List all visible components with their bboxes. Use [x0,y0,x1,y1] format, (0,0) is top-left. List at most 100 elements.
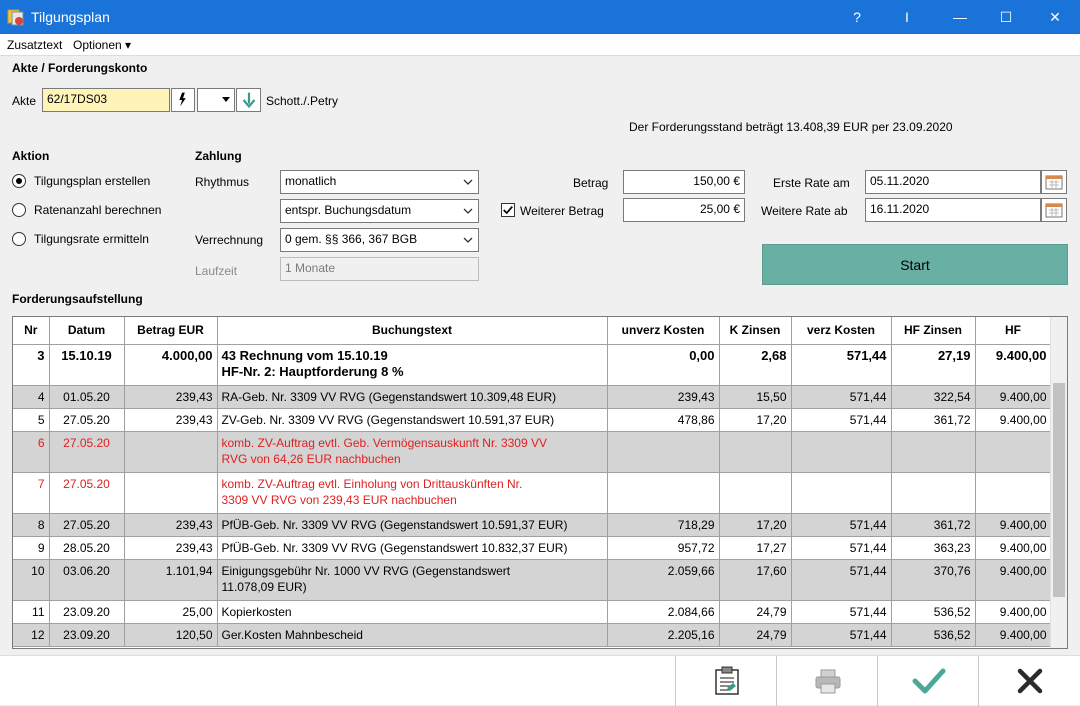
table-row[interactable]: 7 27.05.20 komb. ZV-Auftrag evtl. Einholun… [13,472,1052,514]
weitere-rate-calendar-button[interactable] [1041,198,1067,222]
table-row[interactable]: 9 28.05.20 239,43 PfÜB-Geb. Nr. 3309 VV RVG… [13,536,1052,560]
weiterer-betrag-input[interactable]: 25,00 € [623,198,745,222]
cell-verz-kosten: 571,44 [791,513,892,537]
cell-verz-kosten: 571,44 [791,408,892,432]
minimize-button[interactable]: — [937,0,983,34]
buchungstext-line: ZV-Geb. Nr. 3309 VV RVG (Gegenstandswert… [221,412,555,427]
cell-hf: 9.400,00 [975,623,1052,647]
cell-nr: 9 [13,536,50,560]
erste-rate-calendar-button[interactable] [1041,170,1067,194]
cell-verz-kosten: 571,44 [791,536,892,560]
cell-verz-kosten: 571,44 [791,559,892,601]
table-row[interactable]: 10 03.06.20 1.101,94 Einigungsgebühr Nr. 10… [13,559,1052,601]
cell-hf-zinsen: 536,52 [891,600,976,624]
radio-tilgungsplan[interactable] [12,174,26,188]
cell-hf-zinsen: 370,76 [891,559,976,601]
buchungsdatum-select[interactable]: entspr. Buchungsdatum [280,199,479,223]
close-x-icon [1017,668,1042,694]
start-button[interactable]: Start [762,244,1068,285]
column-header-betrag[interactable]: Betrag EUR [124,317,218,345]
table-row[interactable]: 6 27.05.20 komb. ZV-Auftrag evtl. Geb. Ver… [13,431,1052,473]
cell-buchungstext: Kopierkosten [217,600,608,624]
cell-datum: 27.05.20 [49,472,125,514]
cell-hf-zinsen [891,431,976,473]
table-scrollbar[interactable] [1050,317,1067,648]
cell-betrag: 4.000,00 [124,344,218,386]
radio-ratenanzahl[interactable] [12,203,26,217]
column-header-nr[interactable]: Nr [13,317,50,345]
cell-buchungstext: ZV-Geb. Nr. 3309 VV RVG (Gegenstandswert… [217,408,608,432]
chevron-down-icon [463,237,473,243]
cell-hf: 9.400,00 [975,559,1052,601]
verrechnung-value: 0 gem. §§ 366, 367 BGB [285,232,418,246]
buchungstext-line: 11.078,09 EUR) [221,579,307,594]
erste-rate-input[interactable]: 05.11.2020 [865,170,1041,194]
radio-label-tilgungsplan[interactable]: Tilgungsplan erstellen [34,174,150,188]
akte-dropdown[interactable] [197,88,235,112]
info-button[interactable]: I [884,0,930,34]
column-header-hf-zinsen[interactable]: HF Zinsen [891,317,976,345]
cell-buchungstext: Einigungsgebühr Nr. 1000 VV RVG (Gegenst… [217,559,608,601]
cell-nr: 12 [13,623,50,647]
table-row[interactable]: 12 23.09.20 120,50 Ger.Kosten Mahnbescheid 2… [13,623,1052,647]
mandant-name: Schott./.Petry [266,94,339,108]
cell-unverz-kosten: 2.205,16 [607,623,720,647]
table-row[interactable]: 11 23.09.20 25,00 Kopierkosten 2.084,66 24,79… [13,600,1052,624]
radio-tilgungsrate[interactable] [12,232,26,246]
table-row[interactable]: 3 15.10.19 4.000,00 43 Rechnung vom 15.10.1… [13,344,1052,386]
radio-label-tilgungsrate[interactable]: Tilgungsrate ermitteln [34,232,149,246]
cell-k-zinsen: 24,79 [719,623,792,647]
app-icon [7,9,24,26]
cell-betrag: 25,00 [124,600,218,624]
verrechnung-select[interactable]: 0 gem. §§ 366, 367 BGB [280,228,479,252]
cell-betrag: 120,50 [124,623,218,647]
cell-k-zinsen: 2,68 [719,344,792,386]
close-window-button[interactable]: ✕ [1032,0,1078,34]
betrag-label: Betrag [573,176,609,190]
betrag-input[interactable]: 150,00 € [623,170,745,194]
maximize-button[interactable]: ☐ [983,0,1029,34]
title-bar: Tilgungsplan ? I — ☐ ✕ [0,0,1080,34]
table-row[interactable]: 4 01.05.20 239,43 RA-Geb. Nr. 3309 VV RVG (… [13,385,1052,409]
lightning-button[interactable] [171,88,195,112]
column-header-datum[interactable]: Datum [49,317,125,345]
cell-hf [975,431,1052,473]
menu-optionen[interactable]: Optionen ▾ [73,38,131,52]
window-title: Tilgungsplan [31,9,110,25]
cell-nr: 11 [13,600,50,624]
cell-buchungstext: komb. ZV-Auftrag evtl. Einholung von Dri… [217,472,608,514]
clipboard-button[interactable] [675,656,777,706]
table-row[interactable]: 5 27.05.20 239,43 ZV-Geb. Nr. 3309 VV RVG (… [13,408,1052,432]
cell-hf: 9.400,00 [975,385,1052,409]
table-row[interactable]: 8 27.05.20 239,43 PfÜB-Geb. Nr. 3309 VV RVG… [13,513,1052,537]
radio-label-ratenanzahl[interactable]: Ratenanzahl berechnen [34,203,161,217]
column-header-hf[interactable]: HF [975,317,1052,345]
cell-nr: 6 [13,431,50,473]
dropdown-arrow-icon [222,97,230,102]
column-header-k-zinsen[interactable]: K Zinsen [719,317,792,345]
help-button[interactable]: ? [834,0,880,34]
akte-input[interactable]: 62/17DS03 [42,88,170,112]
cell-hf: 9.400,00 [975,408,1052,432]
cancel-button[interactable] [978,656,1080,706]
forderungs-grid: Nr Datum Betrag EUR Buchungstext unverz … [13,317,1052,647]
rhythmus-select[interactable]: monatlich [280,170,479,194]
ok-button[interactable] [877,656,979,706]
column-header-buchungstext[interactable]: Buchungstext [217,317,608,345]
print-button[interactable] [776,656,878,706]
menu-zusatztext[interactable]: Zusatztext [7,38,62,52]
forderungs-table[interactable]: Nr Datum Betrag EUR Buchungstext unverz … [12,316,1068,649]
column-header-verz-kosten[interactable]: verz Kosten [791,317,892,345]
table-scrollbar-thumb[interactable] [1053,383,1065,597]
cell-k-zinsen: 17,27 [719,536,792,560]
akte-go-button[interactable] [236,88,261,112]
weiterer-betrag-checkbox[interactable] [501,203,515,217]
cell-datum: 27.05.20 [49,431,125,473]
cell-unverz-kosten: 2.059,66 [607,559,720,601]
weiterer-betrag-label[interactable]: Weiterer Betrag [520,204,604,218]
checkbox-check-icon [503,206,513,215]
weitere-rate-input[interactable]: 16.11.2020 [865,198,1041,222]
cell-k-zinsen [719,472,792,514]
column-header-unverz-kosten[interactable]: unverz Kosten [607,317,720,345]
cell-k-zinsen [719,431,792,473]
